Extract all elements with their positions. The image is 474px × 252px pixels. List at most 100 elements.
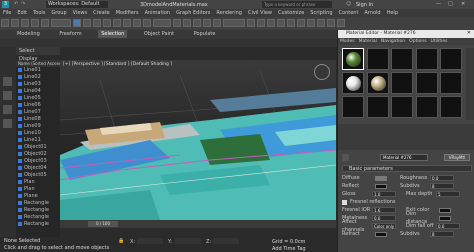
menu-item[interactable]: Group [48, 9, 69, 17]
eyedropper-icon[interactable] [342, 154, 349, 161]
visibility-icon[interactable] [18, 116, 22, 121]
visibility-icon[interactable] [18, 186, 22, 191]
scene-list-item[interactable]: Line05 [16, 95, 60, 102]
visibility-icon[interactable] [18, 109, 22, 114]
scene-list-item[interactable]: Plan [16, 186, 60, 193]
user-icon[interactable]: ☺ [346, 1, 351, 7]
close-icon[interactable]: ✕ [461, 1, 465, 7]
maximize-icon[interactable]: □ [448, 1, 453, 7]
visibility-icon[interactable] [18, 67, 22, 72]
menu-item[interactable]: Rendering [213, 9, 245, 17]
z-field[interactable] [213, 238, 239, 244]
sample-slot[interactable] [342, 72, 364, 94]
select-button[interactable] [73, 19, 81, 27]
menu-item[interactable]: Tools [30, 9, 48, 17]
move-button[interactable] [113, 19, 121, 27]
ribbon-toggle-button[interactable] [277, 19, 285, 27]
render-setup-button[interactable] [317, 19, 325, 27]
parameter-value[interactable]: 0.0 [430, 175, 454, 181]
visibility-icon[interactable] [18, 88, 22, 93]
parameter-value[interactable]: 0.0 [436, 223, 460, 229]
bind-button[interactable] [41, 19, 49, 27]
named-selection-button[interactable] [223, 19, 245, 27]
ribbon-tab-modeling[interactable]: Modeling [14, 30, 43, 38]
select-tool-icon[interactable] [3, 77, 12, 86]
menu-item[interactable]: Scripting [307, 9, 335, 17]
mirror-button[interactable] [247, 19, 255, 27]
menu-item[interactable]: Content [336, 9, 362, 17]
ribbon-tab-object-paint[interactable]: Object Paint [141, 30, 177, 38]
visibility-icon[interactable] [18, 165, 22, 170]
scene-list-item[interactable]: Object03 [16, 158, 60, 165]
parameter-value[interactable]: 1.0 [372, 191, 396, 197]
visibility-icon[interactable] [18, 221, 22, 226]
viewport-label[interactable]: [+] [Perspective ] [Standard ] [Default … [63, 62, 172, 67]
scene-list-item[interactable]: Line07 [16, 109, 60, 116]
scene-list-item[interactable]: Plane [16, 193, 60, 200]
ribbon-tab-freeform[interactable]: Freeform [56, 30, 84, 38]
percent-snap-button[interactable] [203, 19, 211, 27]
visibility-icon[interactable] [18, 102, 22, 107]
display-tool-icon[interactable] [3, 91, 12, 100]
sample-slot[interactable] [415, 72, 438, 94]
tab-display[interactable]: Display [16, 55, 40, 63]
tab-select[interactable]: Select [16, 47, 37, 55]
add-time-tag-button[interactable]: Add Time Tag [272, 246, 306, 252]
parameter-value[interactable]: 1.6 [372, 207, 396, 213]
color-swatch[interactable] [375, 175, 387, 181]
redo-button[interactable] [11, 19, 19, 27]
selection-filter-button[interactable] [51, 19, 71, 27]
menu-item[interactable]: Graph Editors [173, 9, 213, 17]
visibility-icon[interactable] [18, 207, 22, 212]
parameter-value[interactable]: 0.0 [372, 215, 396, 221]
rotate-button[interactable] [123, 19, 131, 27]
undo-icon[interactable]: ↶ [14, 1, 18, 7]
time-slider[interactable]: 0 / 100 [60, 220, 336, 228]
workspace-dropdown[interactable]: Workspaces: Default [46, 1, 108, 8]
menu-material[interactable]: Material [357, 38, 379, 45]
menu-item[interactable]: Views [70, 9, 90, 17]
scene-list-item[interactable]: Object01 [16, 144, 60, 151]
checkbox-icon[interactable] [342, 199, 347, 205]
minimize-icon[interactable]: — [436, 1, 441, 7]
sample-slot[interactable] [440, 96, 462, 118]
color-swatch[interactable] [439, 215, 451, 221]
curve-editor-button[interactable] [287, 19, 295, 27]
menu-item[interactable]: File [0, 9, 14, 17]
x-field[interactable] [137, 238, 163, 244]
sample-slot[interactable] [391, 72, 413, 94]
material-name-field[interactable]: Material #276 [380, 154, 428, 161]
snap-button[interactable] [183, 19, 191, 27]
parameter-value[interactable]: 8 [430, 231, 454, 237]
visibility-icon[interactable] [18, 200, 22, 205]
parameter-value[interactable]: 5 [436, 191, 460, 197]
menu-navigation[interactable]: Navigation [379, 38, 407, 45]
menu-options[interactable]: Options [407, 38, 428, 45]
scene-list-item[interactable]: Rectangle [16, 214, 60, 221]
y-field[interactable] [175, 238, 201, 244]
hierarchy-tool-icon[interactable] [3, 119, 12, 128]
visibility-icon[interactable] [18, 193, 22, 198]
sample-slot[interactable] [342, 48, 364, 70]
menu-item[interactable]: Civil View [245, 9, 275, 17]
visibility-icon[interactable] [18, 144, 22, 149]
visibility-icon[interactable] [18, 81, 22, 86]
menu-item[interactable]: Modifiers [113, 9, 142, 17]
placement-button[interactable] [143, 19, 151, 27]
layer-button[interactable] [267, 19, 275, 27]
menu-item[interactable]: Arnold [361, 9, 383, 17]
scene-list-item[interactable]: Line06 [16, 102, 60, 109]
sample-slot[interactable] [440, 72, 462, 94]
parameter-value[interactable]: 8 [430, 183, 454, 189]
scene-list-item[interactable]: Line02 [16, 74, 60, 81]
render-button[interactable] [337, 19, 345, 27]
scene-list-item[interactable]: Rectangle [16, 200, 60, 207]
visibility-icon[interactable] [18, 158, 22, 163]
ribbon-tab-populate[interactable]: Populate [191, 30, 219, 38]
scene-list-item[interactable]: Rectangle [16, 221, 60, 228]
pivot-button[interactable] [173, 19, 181, 27]
scene-list-item[interactable]: Line11 [16, 137, 60, 144]
undo-button[interactable] [1, 19, 9, 27]
menu-modes[interactable]: Modes [338, 38, 357, 45]
fresnel-checkbox-row[interactable]: Fresnel reflections [338, 198, 474, 206]
